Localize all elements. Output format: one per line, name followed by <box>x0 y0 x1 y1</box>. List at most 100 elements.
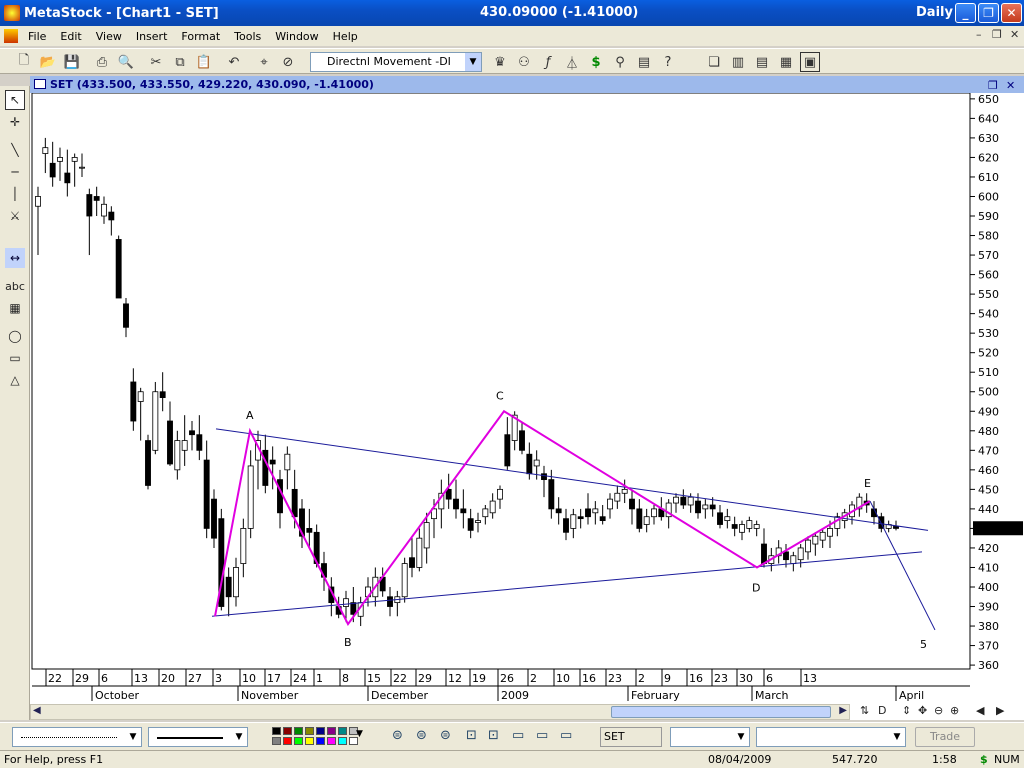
zoom-out-icon[interactable]: ⊖ <box>934 704 943 717</box>
pointer-icon[interactable]: ↖ <box>5 90 25 110</box>
color-swatch[interactable] <box>338 737 347 745</box>
color-swatch[interactable] <box>272 737 281 745</box>
open-icon[interactable]: 📂 <box>38 52 58 72</box>
undo-icon[interactable]: ↶ <box>224 52 244 72</box>
color-swatch[interactable] <box>327 727 336 735</box>
period-select[interactable]: ▼ <box>670 727 750 747</box>
object-tool-2-icon[interactable]: ⊜ <box>416 728 427 743</box>
chart-close-button[interactable]: ✕ <box>1006 77 1015 94</box>
menu-view[interactable]: View <box>89 30 129 43</box>
print-icon[interactable]: ⎙ <box>92 52 112 72</box>
help-pointer-icon[interactable]: ? <box>658 52 678 72</box>
scroll-left-icon[interactable]: ◀ <box>33 705 41 716</box>
menu-window[interactable]: Window <box>268 30 325 43</box>
object-tool-3-icon[interactable]: ⊜ <box>440 728 451 743</box>
color-swatch[interactable] <box>272 727 281 735</box>
chevron-down-icon[interactable]: ▼ <box>889 728 905 746</box>
copy-icon[interactable]: ⧉ <box>170 52 190 72</box>
menu-help[interactable]: Help <box>326 30 365 43</box>
color-swatch[interactable] <box>316 737 325 745</box>
line-style-select[interactable]: ▼ <box>12 727 142 747</box>
color-swatch[interactable] <box>294 727 303 735</box>
expert-icon[interactable]: ♛ <box>490 52 510 72</box>
save-icon[interactable]: 💾 <box>62 52 82 72</box>
tile-vertical-icon[interactable]: ▥ <box>728 52 748 72</box>
dollar-icon[interactable]: $ <box>586 52 606 72</box>
print-preview-icon[interactable]: 🔍 <box>116 52 136 72</box>
object-tool-5-icon[interactable]: ⊡ <box>488 728 499 743</box>
zoom-icon[interactable]: ⊘ <box>278 52 298 72</box>
organizer-icon[interactable]: ▤ <box>634 52 654 72</box>
grid-icon[interactable]: ▦ <box>5 298 25 318</box>
menu-edit[interactable]: Edit <box>53 30 88 43</box>
minimize-button[interactable]: _ <box>955 3 976 23</box>
wizard-icon[interactable]: ⚇ <box>514 52 534 72</box>
cut-icon[interactable]: ✂ <box>146 52 166 72</box>
chart-restore-button[interactable]: ❐ <box>988 77 998 94</box>
layout-tool-3-icon[interactable]: ▭ <box>560 728 572 743</box>
color-swatch[interactable] <box>294 737 303 745</box>
template-select[interactable]: ▼ <box>756 727 906 747</box>
color-swatch[interactable] <box>283 727 292 735</box>
object-tool-1-icon[interactable]: ⊜ <box>392 728 403 743</box>
text-icon[interactable]: abc <box>5 276 25 296</box>
d-icon[interactable]: D <box>878 704 886 717</box>
scroll-right-icon[interactable]: ▶ <box>839 705 847 716</box>
layout-tool-2-icon[interactable]: ▭ <box>536 728 548 743</box>
tile-grid-icon[interactable]: ▦ <box>776 52 796 72</box>
menu-tools[interactable]: Tools <box>227 30 268 43</box>
chevron-down-icon[interactable]: ▼ <box>465 53 481 71</box>
line-weight-select[interactable]: ▼ <box>148 727 248 747</box>
trendline-icon[interactable]: ╲ <box>5 140 25 160</box>
page-left-icon[interactable]: ◀ <box>976 704 984 717</box>
palette-dropdown-icon[interactable]: ▼ <box>356 729 363 739</box>
pan-icon[interactable]: ✥ <box>918 704 927 717</box>
zoom-in-icon[interactable]: ⊕ <box>950 704 959 717</box>
object-tool-4-icon[interactable]: ⊡ <box>466 728 477 743</box>
chevron-down-icon[interactable]: ▼ <box>231 728 247 746</box>
horizontal-line-icon[interactable]: ─ <box>5 162 25 182</box>
expand-icon[interactable]: ⇕ <box>902 704 911 717</box>
trade-button[interactable]: Trade <box>915 727 975 747</box>
crosshair-tool-icon[interactable]: ✛ <box>5 112 25 132</box>
tile-horizontal-icon[interactable]: ▤ <box>752 52 772 72</box>
crosshair-icon[interactable]: ⌖ <box>254 52 274 72</box>
layout-icon[interactable]: ▣ <box>800 52 820 72</box>
mdi-close-button[interactable]: ✕ <box>1010 28 1019 41</box>
vertical-line-icon[interactable]: │ <box>5 184 25 204</box>
new-icon[interactable]: 🗋 <box>14 52 34 72</box>
indicator-select[interactable]: Directnl Movement -DI ▼ <box>310 52 482 72</box>
color-swatch[interactable] <box>305 727 314 735</box>
layout-tool-1-icon[interactable]: ▭ <box>512 728 524 743</box>
color-swatch[interactable] <box>338 727 347 735</box>
horizontal-scrollbar[interactable]: ◀ ▶ <box>30 704 850 720</box>
color-palette[interactable] <box>272 727 358 747</box>
menu-insert[interactable]: Insert <box>129 30 175 43</box>
explorer-icon[interactable]: ⚲ <box>610 52 630 72</box>
system-tester-icon[interactable]: ⏃ <box>562 52 582 72</box>
menu-format[interactable]: Format <box>174 30 227 43</box>
security-box[interactable]: SET <box>600 727 662 747</box>
cascade-icon[interactable]: ❏ <box>704 52 724 72</box>
refresh-icon[interactable]: ⇅ <box>860 704 869 717</box>
formula-icon[interactable]: ƒ <box>538 52 558 72</box>
page-right-icon[interactable]: ▶ <box>996 704 1004 717</box>
close-button[interactable]: ✕ <box>1001 3 1022 23</box>
price-chart[interactable]: 6506406306206106005905805705605505405305… <box>30 93 1024 703</box>
doc-icon[interactable] <box>4 29 18 43</box>
maximize-button[interactable]: ❐ <box>978 3 999 23</box>
color-swatch[interactable] <box>316 727 325 735</box>
mdi-minimize-button[interactable]: – <box>976 28 982 41</box>
cycle-lines-icon[interactable]: ⚔ <box>5 206 25 226</box>
color-swatch[interactable] <box>327 737 336 745</box>
rectangle-icon[interactable]: ▭ <box>5 348 25 368</box>
chevron-down-icon[interactable]: ▼ <box>733 728 749 746</box>
mdi-restore-button[interactable]: ❐ <box>992 28 1002 41</box>
triangle-icon[interactable]: △ <box>5 370 25 390</box>
paste-icon[interactable]: 📋 <box>194 52 214 72</box>
range-icon[interactable]: ↔ <box>5 248 25 268</box>
scroll-thumb[interactable] <box>611 706 831 718</box>
color-swatch[interactable] <box>305 737 314 745</box>
menu-file[interactable]: File <box>21 30 53 43</box>
ellipse-icon[interactable]: ◯ <box>5 326 25 346</box>
